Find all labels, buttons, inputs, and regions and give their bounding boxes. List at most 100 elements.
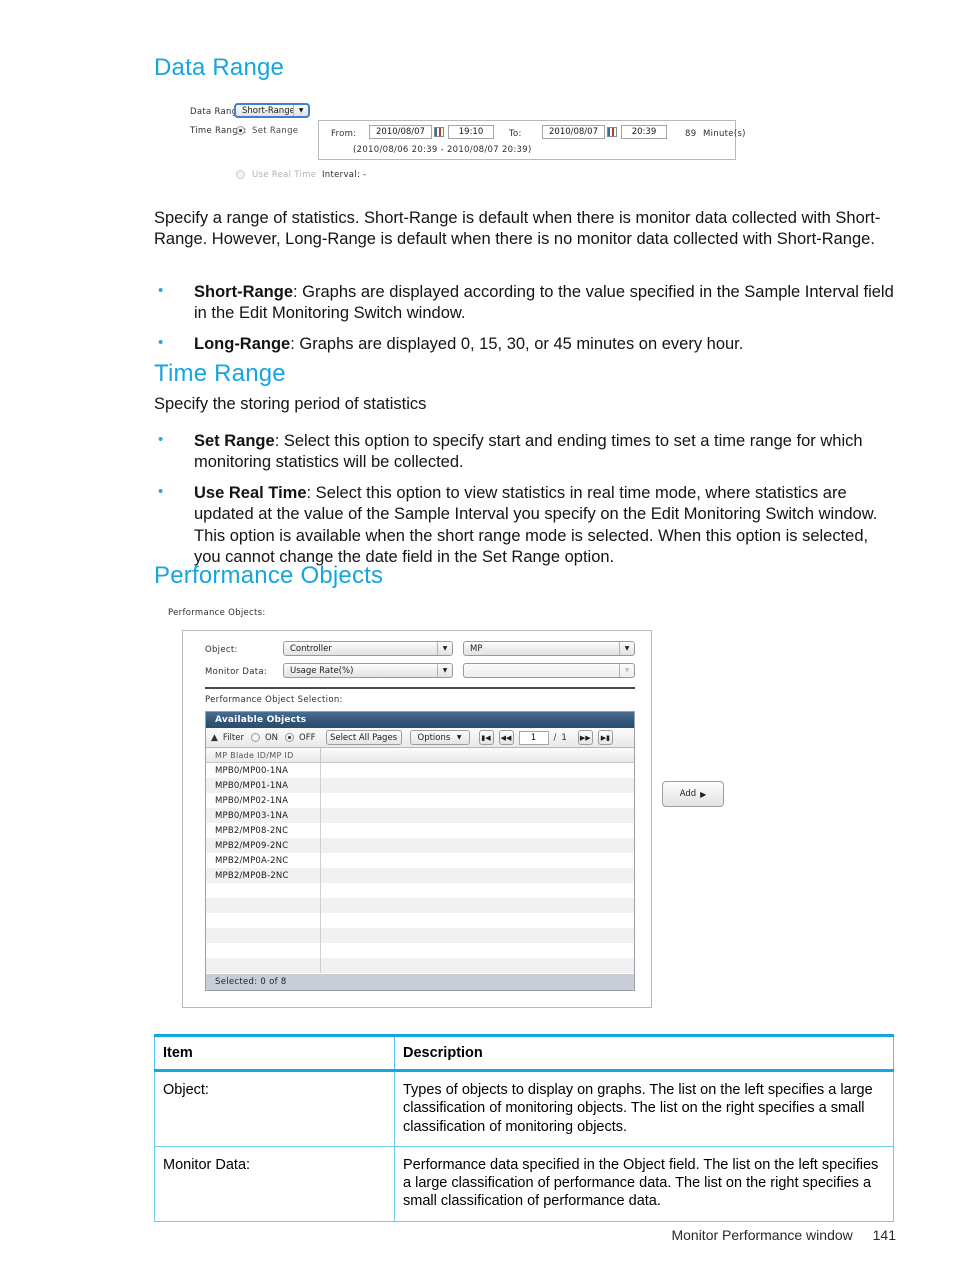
table-row[interactable]	[206, 883, 634, 898]
set-range-radio[interactable]	[236, 126, 245, 135]
monitor-data-right-select[interactable]: ▼	[463, 663, 635, 678]
filter-label: Filter	[222, 732, 244, 743]
data-range-heading-wrap: Data Range	[154, 54, 284, 82]
page-title-data-range: Data Range	[154, 54, 285, 81]
from-time-input[interactable]: 19:10	[448, 125, 494, 139]
filter-on-radio[interactable]	[250, 733, 260, 742]
cell-mp-blade-id: MPB0/MP00-1NA	[206, 763, 321, 778]
list-item: Use Real Time: Select this option to vie…	[154, 482, 894, 569]
cell-blank	[321, 958, 634, 973]
calendar-icon[interactable]	[607, 127, 617, 137]
next-page-button[interactable]: ▶▶	[577, 730, 593, 745]
data-range-select[interactable]: Short-Range ▼	[234, 103, 310, 118]
cell-mp-blade-id	[206, 958, 321, 973]
chevron-down-icon: ▼	[293, 105, 308, 116]
table-row[interactable]: MPB0/MP01-1NA	[206, 778, 634, 793]
last-page-button[interactable]: ▶▮	[597, 730, 613, 745]
available-objects-title: Available Objects	[206, 712, 634, 728]
table-row[interactable]: MPB0/MP00-1NA	[206, 763, 634, 778]
figure-performance-objects: Performance Objects: Object: Controller …	[168, 608, 728, 1010]
column-header-mp-blade-id[interactable]: MP Blade ID/MP ID	[206, 748, 321, 762]
monitor-data-label: Monitor Data:	[205, 667, 268, 677]
page-footer: Monitor Performance window 141	[671, 1227, 896, 1243]
available-objects-grid: Available Objects ▲ Filter ON OFF Select…	[205, 711, 635, 991]
table-header-row: Item Description	[154, 1034, 894, 1072]
table-row[interactable]: MPB2/MP08-2NC	[206, 823, 634, 838]
add-button[interactable]: Add ▶	[662, 781, 724, 807]
table-row[interactable]: MPB2/MP0A-2NC	[206, 853, 634, 868]
duration-value: 89	[685, 129, 697, 139]
table-row[interactable]	[206, 898, 634, 913]
list-item: Short-Range: Graphs are displayed accord…	[154, 281, 894, 325]
add-button-label: Add	[679, 789, 697, 799]
from-date-input[interactable]: 2010/08/07	[369, 125, 432, 139]
monitor-data-left-select[interactable]: Usage Rate(%) ▼	[283, 663, 453, 678]
data-range-bullets: Short-Range: Graphs are displayed accord…	[154, 281, 894, 364]
grid-rows: MPB0/MP00-1NA MPB0/MP01-1NA MPB0/MP02-1NA M…	[206, 763, 634, 973]
cell-blank	[321, 913, 634, 928]
cell-mp-blade-id: MPB2/MP0A-2NC	[206, 853, 321, 868]
table-row[interactable]: MPB0/MP02-1NA	[206, 793, 634, 808]
page-title-time-range: Time Range	[154, 360, 286, 387]
table-row[interactable]	[206, 913, 634, 928]
cell-description: Types of objects to display on graphs. T…	[394, 1070, 894, 1147]
cell-mp-blade-id: MPB0/MP02-1NA	[206, 793, 321, 808]
footer-page-number: 141	[872, 1227, 896, 1243]
chevron-down-icon: ▼	[619, 642, 634, 655]
cell-blank	[321, 778, 634, 793]
duration-unit: Minute(s)	[703, 129, 746, 139]
table-row[interactable]	[206, 958, 634, 973]
page-separator: /	[553, 732, 557, 743]
bullet-text: : Graphs are displayed 0, 15, 30, or 45 …	[290, 334, 744, 353]
cell-item: Monitor Data:	[154, 1145, 395, 1222]
range-panel: From: 2010/08/07 19:10 To: 2010/08/07 20…	[318, 120, 745, 160]
table-row: Object: Types of objects to display on g…	[154, 1070, 894, 1147]
cell-blank	[321, 928, 634, 943]
to-date-input[interactable]: 2010/08/07	[542, 125, 605, 139]
from-label: From:	[331, 129, 357, 139]
table-row[interactable]	[206, 928, 634, 943]
grid-column-header-row: MP Blade ID/MP ID	[206, 748, 634, 763]
table-row[interactable]: MPB2/MP09-2NC	[206, 838, 634, 853]
object-right-select[interactable]: MP ▼	[463, 641, 635, 656]
options-button-label: Options	[417, 732, 451, 743]
chevron-down-icon: ▼	[437, 664, 452, 677]
object-right-select-value: MP	[470, 643, 483, 654]
cell-mp-blade-id	[206, 943, 321, 958]
options-button[interactable]: Options ▼	[409, 730, 470, 745]
page-number-input[interactable]: 1	[518, 730, 549, 745]
filter-collapse-icon[interactable]: ▲	[211, 733, 218, 743]
cell-blank	[321, 793, 634, 808]
table-row[interactable]: MPB0/MP03-1NA	[206, 808, 634, 823]
cell-blank	[321, 838, 634, 853]
table-row[interactable]	[206, 943, 634, 958]
to-time-input[interactable]: 20:39	[621, 125, 667, 139]
figure-data-range: Data Range: Short-Range ▼ Time Range: Se…	[160, 100, 760, 186]
bullet-term: Long-Range	[194, 334, 291, 353]
monitor-data-left-select-value: Usage Rate(%)	[290, 665, 354, 676]
select-all-pages-button[interactable]: Select All Pages	[325, 730, 402, 745]
cell-blank	[321, 883, 634, 898]
object-left-select-value: Controller	[290, 643, 332, 654]
prev-page-button[interactable]: ◀◀	[498, 730, 514, 745]
filter-off-label: OFF	[299, 732, 316, 743]
description-table: Item Description Object: Types of object…	[154, 1034, 894, 1222]
cell-mp-blade-id: MPB0/MP01-1NA	[206, 778, 321, 793]
range-note: (2010/08/06 20:39 - 2010/08/07 20:39)	[353, 145, 532, 155]
interval-label: Interval: -	[322, 170, 367, 180]
set-range-label: Set Range	[252, 126, 299, 136]
filter-off-radio[interactable]	[285, 733, 295, 742]
table-row[interactable]: MPB2/MP0B-2NC	[206, 868, 634, 883]
cell-blank	[321, 853, 634, 868]
object-left-select[interactable]: Controller ▼	[283, 641, 453, 656]
use-real-time-radio[interactable]	[236, 170, 245, 179]
time-range-heading-wrap: Time Range	[154, 360, 286, 388]
cell-blank	[321, 868, 634, 883]
calendar-icon[interactable]	[434, 127, 444, 137]
first-page-button[interactable]: ▮◀	[478, 730, 494, 745]
cell-mp-blade-id: MPB2/MP09-2NC	[206, 838, 321, 853]
chevron-down-icon: ▼	[437, 642, 452, 655]
object-label: Object:	[205, 645, 238, 655]
arrow-right-icon: ▶	[700, 789, 707, 799]
page-title-performance-objects: Performance Objects	[154, 562, 384, 589]
